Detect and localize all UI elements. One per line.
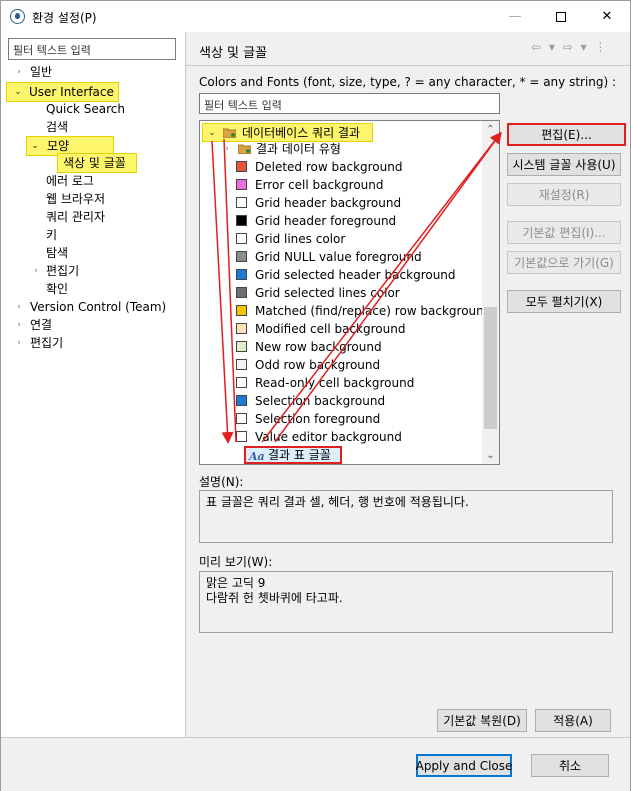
expand-all-button[interactable]: 모두 펼치기(X) [507,290,621,313]
close-button[interactable]: ✕ [584,1,630,32]
maximize-icon [556,11,566,22]
tree-item-search[interactable]: 검색 [46,118,68,136]
color-swatch-icon [236,215,247,226]
minimize-button[interactable]: — [492,1,538,32]
color-swatch-icon [236,251,247,262]
color-swatch-icon [236,305,247,316]
title-separator [186,65,630,66]
close-icon: ✕ [601,9,613,24]
tree-item-verify[interactable]: 확인 [46,280,68,298]
color-item-label: Error cell background [255,178,384,192]
preview-sample-text: 다람쥐 헌 쳇바퀴에 타고파. [206,591,343,605]
colors-fonts-description: Colors and Fonts (font, size, type, ? = … [199,75,617,89]
color-swatch-icon [236,179,247,190]
color-swatch-icon [236,323,247,334]
preference-tree-pane: 필터 텍스트 입력 › 일반 ⌄ User Interface Quick Se… [1,32,185,737]
preferences-window: 환경 설정(P) — ✕ 필터 텍스트 입력 › 일반 ⌄ User Inter… [0,0,631,791]
color-item-label: Grid header background [255,196,402,210]
color-swatch-icon [236,233,247,244]
tree-item-navigation[interactable]: 탐색 [46,244,68,262]
tree-item-user-interface[interactable]: ⌄ User Interface [6,82,119,102]
collapse-chevron-icon[interactable]: ⌄ [13,83,23,101]
apply-button[interactable]: 적용(A) [535,709,611,732]
expand-chevron-icon[interactable]: › [14,316,24,334]
expand-chevron-icon[interactable]: › [14,334,24,352]
tree-item-web-browser[interactable]: 웹 브라우저 [46,190,105,208]
color-item-label: New row background [255,340,382,354]
font-icon: Aa [249,450,265,463]
colors-fonts-tree[interactable]: ⌄ 데이터베이스 쿼리 결과 › 결과 데이터 유형 Deleted row b… [199,120,500,465]
title-bar: 환경 설정(P) — ✕ [1,1,630,32]
collapse-chevron-icon[interactable]: ⌄ [207,124,217,142]
restore-defaults-button[interactable]: 기본값 복원(D) [437,709,527,732]
window-title: 환경 설정(P) [32,11,97,25]
description-label: 설명(N): [199,475,244,489]
color-item-label: Deleted row background [255,160,403,174]
cancel-button[interactable]: 취소 [531,754,609,777]
color-item-label: Value editor background [255,430,402,444]
folder-icon [238,144,251,154]
color-swatch-icon [236,161,247,172]
tree-filter-input[interactable]: 필터 텍스트 입력 [8,38,176,60]
history-nav-icons[interactable]: ⇦ ▾ ⇨ ▾ ⋮ [531,40,608,54]
preview-box: 맑은 고딕 9 다람쥐 헌 쳇바퀴에 타고파. [199,571,613,633]
color-item-label: Odd row background [255,358,381,372]
goto-default-button[interactable]: 기본값으로 가기(G) [507,251,621,274]
maximize-button[interactable] [538,1,584,32]
minimize-icon: — [508,9,522,24]
tree-item-query-manager[interactable]: 쿼리 관리자 [46,208,105,226]
app-icon [10,9,25,24]
vertical-scrollbar[interactable]: ⌃ ⌄ [482,121,499,464]
color-item-label: Grid header foreground [255,214,397,228]
colors-fonts-page: 색상 및 글꼴 ⇦ ▾ ⇨ ▾ ⋮ Colors and Fonts (font… [186,32,630,737]
page-title: 색상 및 글꼴 [199,46,268,61]
tree-item-quick-search[interactable]: Quick Search [46,100,125,118]
edit-default-button[interactable]: 기본값 편집(I)... [507,221,621,244]
color-item-label: Grid selected header background [255,268,456,282]
color-swatch-icon [236,377,247,388]
preview-font-name: 맑은 고딕 9 [206,576,266,590]
tree-item-keys[interactable]: 키 [46,226,57,244]
expand-chevron-icon[interactable]: › [14,63,24,81]
tree-item-error-log[interactable]: 에러 로그 [46,172,94,190]
color-item-label: Selection background [255,394,386,408]
color-swatch-icon [236,359,247,370]
color-swatch-icon [236,395,247,406]
color-item-label: Selection foreground [255,412,381,426]
reset-button[interactable]: 재설정(R) [507,183,621,206]
color-swatch-icon [236,431,247,442]
folder-icon [223,128,236,138]
color-item-label: Grid NULL value foreground [255,250,422,264]
apply-and-close-button[interactable]: Apply and Close [416,754,512,777]
color-swatch-icon [236,341,247,352]
scroll-up-icon[interactable]: ⌃ [482,121,499,138]
color-item-label: Grid selected lines color [255,286,400,300]
colors-filter-input[interactable]: 필터 텍스트 입력 [199,93,500,114]
expand-chevron-icon[interactable]: › [31,262,41,280]
use-system-font-button[interactable]: 시스템 글꼴 사용(U) [507,153,621,176]
color-item-label: Read-only cell background [255,376,415,390]
color-swatch-icon [236,287,247,298]
scroll-down-icon[interactable]: ⌄ [482,447,499,464]
color-swatch-icon [236,197,247,208]
preview-label: 미리 보기(W): [199,555,273,569]
color-swatch-icon [236,413,247,424]
expand-chevron-icon[interactable]: › [222,140,232,158]
color-item-label: Modified cell background [255,322,406,336]
tree-item-colors-and-fonts[interactable]: 색상 및 글꼴 [57,153,137,173]
expand-chevron-icon[interactable]: › [14,298,24,316]
color-item-label: Grid lines color [255,232,346,246]
dialog-footer: Apply and Close 취소 [1,737,630,791]
color-swatch-icon [236,269,247,280]
collapse-chevron-icon[interactable]: ⌄ [30,137,40,155]
description-box: 표 글꼴은 쿼리 결과 셀, 헤더, 행 번호에 적용됩니다. [199,490,613,543]
edit-button[interactable]: 편집(E)... [507,123,626,146]
color-item-label: Matched (find/replace) row background [255,304,492,318]
scroll-thumb[interactable] [484,307,497,429]
font-item-result-table-font[interactable]: Aa 결과 표 글꼴 [244,446,342,464]
